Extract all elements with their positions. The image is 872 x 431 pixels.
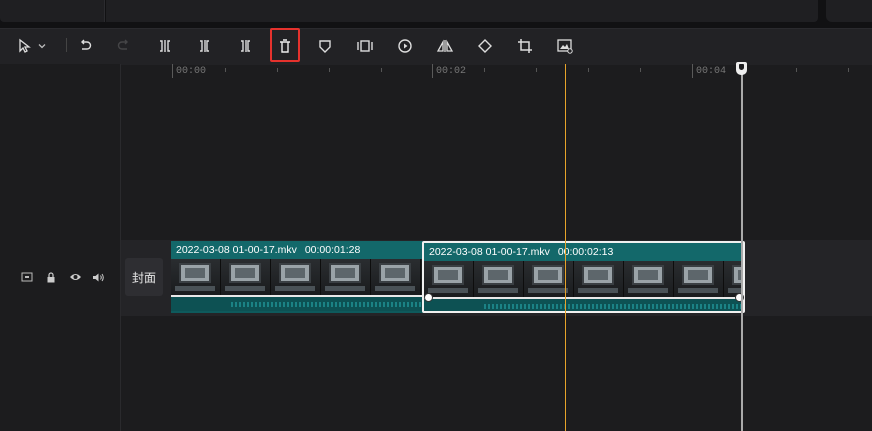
timeline-end-handle[interactable] [736, 62, 747, 75]
track-cover-toggle[interactable] [20, 270, 34, 284]
shield-icon [319, 40, 331, 53]
rotate-button[interactable] [472, 33, 498, 59]
redo-icon [117, 39, 128, 50]
volume-keyframe-left[interactable] [424, 293, 433, 302]
timeline-ruler[interactable]: 00:00 00:02 00:04 [121, 64, 872, 78]
toolbar-separator [66, 38, 67, 52]
clip-frame [271, 259, 321, 295]
chevron-down-icon [38, 44, 46, 49]
split-right-button[interactable] [232, 33, 258, 59]
top-panel-right [826, 0, 872, 22]
ruler-tick [640, 68, 641, 72]
cover-button[interactable]: 封面 [125, 258, 163, 296]
split-icon [160, 40, 170, 52]
crop-button[interactable] [512, 33, 538, 59]
ruler-label: 00:00 [176, 66, 207, 77]
clip-header: 2022-03-08 01-00-17.mkv 00:00:01:28 [171, 241, 423, 259]
track-visibility-button[interactable] [68, 270, 82, 284]
split-left-icon [200, 40, 209, 52]
clip-frame [321, 259, 371, 295]
ruler-tick [588, 68, 589, 72]
track-header-column [0, 64, 121, 431]
ruler-tick [381, 68, 382, 72]
freeze-frame-icon [357, 40, 373, 52]
ruler-label: 00:04 [696, 66, 727, 77]
reverse-button[interactable] [392, 33, 418, 59]
clip-thumbnails [424, 261, 743, 297]
track-audio-button[interactable] [91, 270, 105, 284]
clip-frame [674, 261, 724, 297]
smart-cut-button[interactable] [552, 33, 578, 59]
freeze-frame-button[interactable] [352, 33, 378, 59]
mirror-icon [436, 39, 454, 52]
ruler-major-tick [692, 64, 693, 78]
rotate-icon [478, 39, 492, 53]
speaker-icon [92, 273, 104, 281]
ruler-tick [277, 68, 278, 72]
select-dropdown-button[interactable] [34, 33, 50, 59]
clip-frame [624, 261, 674, 297]
clip-frame [424, 261, 474, 297]
mirror-button[interactable] [432, 33, 458, 59]
eye-icon [69, 274, 81, 280]
clip-frame [371, 259, 421, 295]
playhead[interactable] [565, 64, 566, 431]
ruler-label: 00:02 [436, 66, 467, 77]
clip-header: 2022-03-08 01-00-17.mkv 00:00:02:13 [424, 243, 743, 261]
clip-name: 2022-03-08 01-00-17.mkv [429, 246, 550, 258]
ruler-tick [329, 68, 330, 72]
play-circle-icon [398, 39, 412, 53]
undo-button[interactable] [72, 33, 98, 59]
split-button[interactable] [152, 33, 178, 59]
clip-audio-waveform [171, 295, 423, 311]
screen-icon [21, 272, 33, 282]
marker-button[interactable] [312, 33, 338, 59]
clip-duration: 00:00:01:28 [304, 244, 361, 256]
ruler-tick [225, 68, 226, 72]
top-panel-strip [0, 0, 872, 28]
ruler-tick [536, 68, 537, 72]
timeline-end-marker-line [741, 72, 743, 431]
clip-thumbnails [171, 259, 423, 295]
ruler-tick [848, 68, 849, 72]
clip-frame [171, 259, 221, 295]
ruler-tick [796, 68, 797, 72]
ruler-major-tick [172, 64, 173, 78]
clip-frame [221, 259, 271, 295]
ruler-tick [484, 68, 485, 72]
image-edit-icon [557, 39, 573, 54]
lock-icon [47, 271, 55, 282]
clip-audio-waveform [424, 297, 743, 311]
redo-button[interactable] [111, 33, 137, 59]
clip-duration: 00:00:02:13 [557, 246, 614, 258]
timeline-clip-2-selected[interactable]: 2022-03-08 01-00-17.mkv 00:00:02:13 [422, 241, 745, 313]
split-right-icon [241, 40, 250, 52]
clip-frame [474, 261, 524, 297]
top-panel-left [0, 0, 105, 22]
clip-frame [524, 261, 574, 297]
timeline-clip-1[interactable]: 2022-03-08 01-00-17.mkv 00:00:01:28 [171, 241, 423, 313]
ruler-major-tick [432, 64, 433, 78]
timeline-toolbar [0, 28, 872, 65]
undo-icon [81, 39, 92, 50]
crop-icon [518, 39, 532, 53]
top-panel-center [106, 0, 818, 22]
split-left-button[interactable] [192, 33, 218, 59]
clip-frame [574, 261, 624, 297]
track-lock-button[interactable] [44, 270, 58, 284]
clip-name: 2022-03-08 01-00-17.mkv [176, 244, 297, 256]
cursor-icon [19, 38, 31, 53]
delete-highlight-box [270, 28, 300, 62]
